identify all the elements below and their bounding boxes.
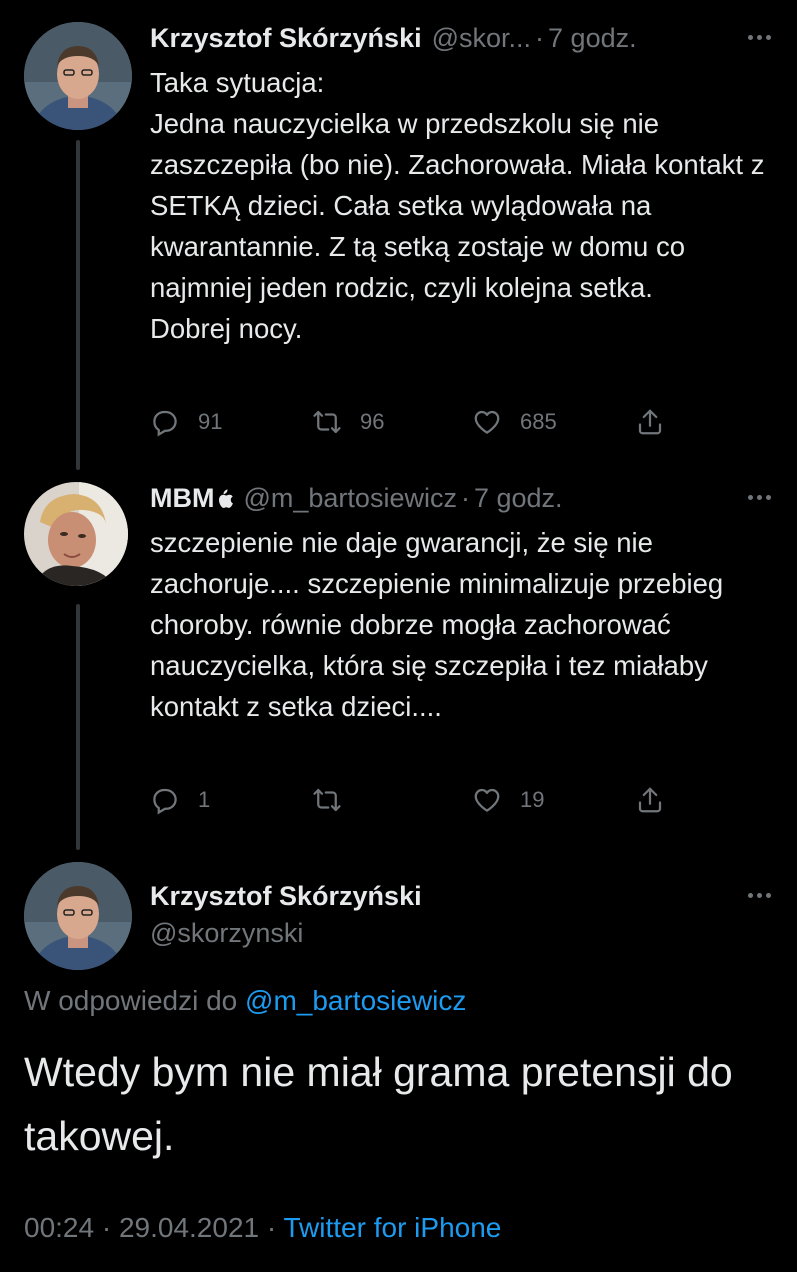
author-name[interactable]: Krzysztof Skórzyński	[150, 881, 422, 912]
reply-icon	[153, 788, 177, 815]
reply-button[interactable]: 91	[150, 402, 222, 442]
share-icon	[638, 787, 662, 813]
tweet-header: MBM @m_bartosiewicz · 7 godz.	[150, 478, 777, 518]
retweet-button[interactable]: 96	[312, 402, 384, 442]
share-icon	[638, 409, 662, 435]
author-name-text: MBM	[150, 482, 215, 513]
retweet-icon	[313, 410, 341, 434]
tweet-header: Krzysztof Skórzyński @skor... · 7 godz.	[150, 18, 777, 58]
author-handle[interactable]: @m_bartosiewicz	[243, 483, 456, 514]
heart-icon	[474, 788, 500, 812]
avatar[interactable]	[24, 862, 132, 970]
separator-dot: ·	[266, 1212, 277, 1243]
heart-icon	[474, 410, 500, 434]
share-button[interactable]	[635, 780, 665, 820]
more-options-icon[interactable]	[739, 482, 779, 512]
reply-context: W odpowiedzi do @m_bartosiewicz	[24, 985, 466, 1017]
like-button[interactable]: 19	[472, 780, 544, 820]
author-name[interactable]: MBM	[150, 482, 234, 514]
reply-icon	[153, 410, 177, 437]
more-options-icon[interactable]	[739, 22, 779, 52]
retweet-icon	[313, 788, 341, 812]
apple-logo-icon	[219, 489, 234, 509]
tweet-text: szczepienie nie daje gwarancji, że się n…	[150, 527, 724, 722]
tweet-source-link[interactable]: Twitter for iPhone	[283, 1212, 501, 1243]
tweet-1[interactable]: Krzysztof Skórzyński @skor... · 7 godz. …	[0, 0, 797, 470]
tweet-meta: 00:24 · 29.04.2021 · Twitter for iPhone	[24, 1212, 501, 1244]
tweet-actions: 1 19	[150, 780, 680, 820]
main-tweet-text: Wtedy bym nie miał grama pretensji do ta…	[24, 1049, 733, 1159]
reply-count: 91	[198, 409, 223, 434]
tweet-2[interactable]: MBM @m_bartosiewicz · 7 godz. szczepieni…	[0, 470, 797, 850]
author-handle[interactable]: @skor...	[432, 23, 531, 54]
tweet-actions: 91 96 685	[150, 402, 680, 442]
reply-button[interactable]: 1	[150, 780, 210, 820]
separator-dot: ·	[460, 482, 470, 513]
avatar[interactable]	[24, 482, 128, 586]
more-options-icon[interactable]	[739, 880, 779, 910]
avatar[interactable]	[24, 22, 132, 130]
tweet-time[interactable]: 7 godz.	[474, 483, 563, 514]
share-button[interactable]	[635, 402, 665, 442]
reply-to-link[interactable]: @m_bartosiewicz	[245, 985, 466, 1016]
retweet-count: 96	[360, 409, 385, 434]
reply-prefix: W odpowiedzi do	[24, 985, 238, 1016]
author-name[interactable]: Krzysztof Skórzyński	[150, 23, 422, 54]
like-count: 19	[520, 787, 545, 812]
author-handle[interactable]: @skorzynski	[150, 918, 303, 949]
like-button[interactable]: 685	[472, 402, 557, 442]
reply-count: 1	[198, 787, 211, 812]
separator-dot: ·	[535, 22, 545, 53]
tweet-time[interactable]: 7 godz.	[548, 23, 637, 54]
tweet-timestamp[interactable]: 00:24 · 29.04.2021	[24, 1212, 259, 1243]
like-count: 685	[520, 409, 557, 434]
tweet-header: Krzysztof Skórzyński	[150, 876, 777, 916]
tweet-text: Taka sytuacja: Jedna nauczycielka w prze…	[150, 67, 765, 344]
retweet-button[interactable]	[312, 780, 360, 820]
